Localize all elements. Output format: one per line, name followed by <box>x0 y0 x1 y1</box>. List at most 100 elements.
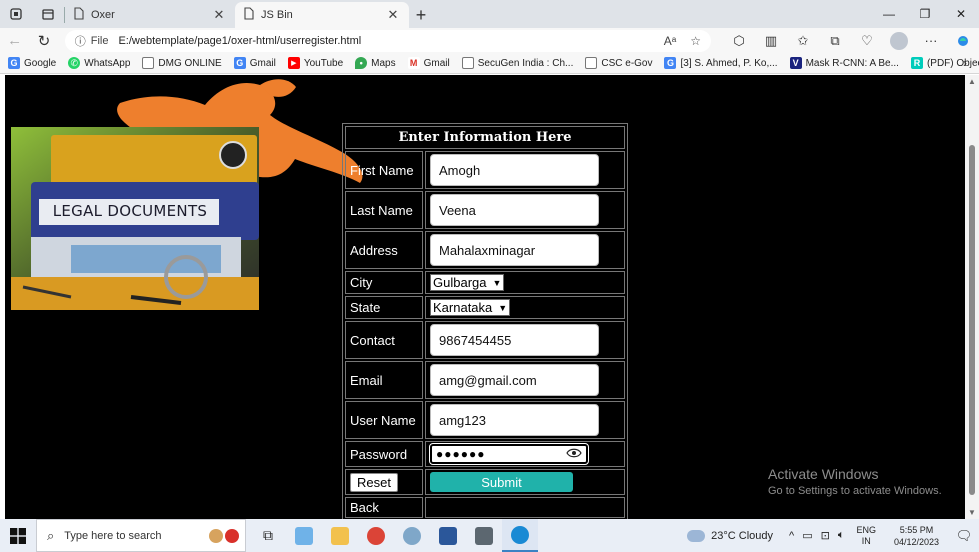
close-window-icon[interactable]: ✕ <box>943 0 979 28</box>
bookmark-mask-rcnn[interactable]: V Mask R-CNN: A Be... <box>789 57 899 69</box>
chevron-up-icon[interactable]: ^ <box>789 530 794 542</box>
browser-essentials-icon[interactable]: ♡ <box>851 30 883 52</box>
bookmark-youtube[interactable]: ▶ YouTube <box>287 57 343 69</box>
city-select[interactable]: Gulbarga ▼ <box>430 274 505 291</box>
password-input[interactable]: ●●●●●● <box>429 443 589 465</box>
new-tab-button[interactable]: + <box>409 2 433 28</box>
profile-avatar[interactable] <box>883 30 915 52</box>
page-viewport: LEGAL DOCUMENTS Enter Information Here F… <box>5 75 965 519</box>
state-label: State <box>345 296 423 319</box>
page-icon <box>73 7 85 23</box>
city-select-value: Gulbarga <box>433 275 487 290</box>
taskbar-search[interactable]: ⌕ Type here to search <box>36 519 246 552</box>
clock-date: 04/12/2023 <box>893 536 939 547</box>
extensions-icon[interactable]: ⬡ <box>723 30 755 52</box>
scroll-up-icon[interactable]: ▲ <box>968 77 976 86</box>
restore-icon[interactable]: ❐ <box>907 0 943 28</box>
volume-icon[interactable]: 🔈︎ <box>838 529 845 542</box>
minimize-icon[interactable]: — <box>871 0 907 28</box>
state-select[interactable]: Karnataka ▼ <box>430 299 511 316</box>
bookmark-gmail-google[interactable]: G Gmail <box>233 57 276 69</box>
bookmark-whatsapp[interactable]: ✆ WhatsApp <box>68 57 130 69</box>
address-input[interactable] <box>430 234 599 266</box>
url-text[interactable]: E:/webtemplate/page1/oxer-html/userregis… <box>118 35 361 47</box>
username-input[interactable] <box>430 404 599 436</box>
taskbar-apps: ⧉ <box>250 519 538 552</box>
google-icon: G <box>664 57 677 69</box>
password-value: ●●●●●● <box>436 447 486 461</box>
word-icon[interactable] <box>430 519 466 552</box>
first-name-input[interactable] <box>430 154 599 186</box>
chevron-right-icon[interactable]: › <box>963 56 967 70</box>
battery-icon[interactable]: ▭ <box>802 529 812 542</box>
page-icon <box>142 57 155 69</box>
notepad-icon[interactable] <box>286 519 322 552</box>
reveal-password-icon[interactable] <box>566 447 582 461</box>
bookmark-object-detect[interactable]: R(PDF) Object Detect... <box>910 57 979 69</box>
language-indicator[interactable]: ENG IN <box>856 525 876 547</box>
search-highlight-icon <box>209 528 239 543</box>
form-heading: Enter Information Here <box>345 126 625 149</box>
collections-icon[interactable]: ⧉ <box>819 30 851 52</box>
close-tab-icon[interactable]: ✕ <box>385 7 401 23</box>
back-arrow-icon[interactable]: ← <box>0 29 29 53</box>
watermark-title: Activate Windows <box>768 466 879 482</box>
task-view-icon[interactable]: ⧉ <box>250 519 286 552</box>
legal-documents-image: LEGAL DOCUMENTS <box>11 127 259 310</box>
last-name-input[interactable] <box>430 194 599 226</box>
tab-jsbin[interactable]: JS Bin ✕ <box>235 2 409 28</box>
system-tray: 23°C Cloudy ^ ▭ ⊡ 🔈︎ ENG IN 5:55 PM 04/1… <box>687 519 979 552</box>
scroll-down-icon[interactable]: ▼ <box>968 508 976 517</box>
settings-more-icon[interactable]: ··· <box>915 30 947 52</box>
paint-icon[interactable] <box>394 519 430 552</box>
refresh-icon[interactable]: ↻ <box>29 29 58 53</box>
youtube-icon: ▶ <box>287 57 300 69</box>
city-label: City <box>345 271 423 294</box>
address-bar[interactable]: ⓘ File E:/webtemplate/page1/oxer-html/us… <box>64 29 711 52</box>
close-tab-icon[interactable]: ✕ <box>211 7 227 23</box>
tab-oxer[interactable]: Oxer ✕ <box>65 2 235 28</box>
back-link[interactable]: Back <box>345 497 423 518</box>
copilot-icon[interactable] <box>947 30 979 52</box>
favorites-icon[interactable]: ✩ <box>787 30 819 52</box>
reset-button[interactable]: Reset <box>350 472 398 492</box>
bookmark-maps[interactable]: • Maps <box>355 57 396 69</box>
scheme-label: File <box>90 34 109 47</box>
empty-cell <box>425 497 625 518</box>
scrollbar-thumb[interactable] <box>969 145 975 495</box>
chevron-down-icon: ▼ <box>492 277 502 288</box>
medium-v-icon: V <box>789 57 802 69</box>
edge-icon[interactable] <box>502 519 538 552</box>
read-aloud-icon[interactable]: Aᵃ <box>664 34 676 48</box>
windows-start-icon[interactable] <box>0 519 36 552</box>
split-screen-icon[interactable]: ▥ <box>755 30 787 52</box>
bookmark-csc-egov[interactable]: CSC e-Gov <box>585 57 652 69</box>
bookmark-gmail[interactable]: M Gmail <box>407 57 450 69</box>
tab-actions-icon[interactable] <box>36 2 60 26</box>
submit-button[interactable]: Submit <box>430 472 573 492</box>
maps-pin-icon: • <box>355 57 368 69</box>
contact-input[interactable] <box>430 324 599 356</box>
calculator-icon[interactable] <box>466 519 502 552</box>
workspaces-icon[interactable] <box>4 2 28 26</box>
clock[interactable]: 5:55 PM 04/12/2023 <box>894 524 939 548</box>
info-icon[interactable]: ⓘ <box>75 33 86 49</box>
file-explorer-icon[interactable] <box>322 519 358 552</box>
network-icon[interactable]: ⊡ <box>821 529 830 542</box>
favorite-star-icon[interactable]: ☆ <box>690 34 701 48</box>
tab-title: Oxer <box>91 9 115 21</box>
whatsapp-icon: ✆ <box>68 57 81 69</box>
weather-widget[interactable]: 23°C Cloudy <box>687 529 773 542</box>
watermark-subtitle: Go to Settings to activate Windows. <box>768 485 942 497</box>
email-input[interactable] <box>430 364 599 396</box>
bookmark-ahmed-paper[interactable]: G [3] S. Ahmed, P. Ko,... <box>664 57 778 69</box>
notifications-icon[interactable]: 🗨︎ <box>949 528 979 544</box>
bookmark-dmg-online[interactable]: DMG ONLINE <box>142 57 222 69</box>
page-scrollbar[interactable]: ▲ ▼ <box>965 75 979 519</box>
bookmark-secugen[interactable]: SecuGen India : Ch... <box>461 57 573 69</box>
chrome-icon[interactable] <box>358 519 394 552</box>
windows-taskbar: ⌕ Type here to search ⧉ 23°C Cloudy ^ ▭ … <box>0 519 979 552</box>
search-icon: ⌕ <box>47 527 55 543</box>
search-placeholder: Type here to search <box>64 529 162 542</box>
bookmark-google[interactable]: G Google <box>8 57 56 69</box>
